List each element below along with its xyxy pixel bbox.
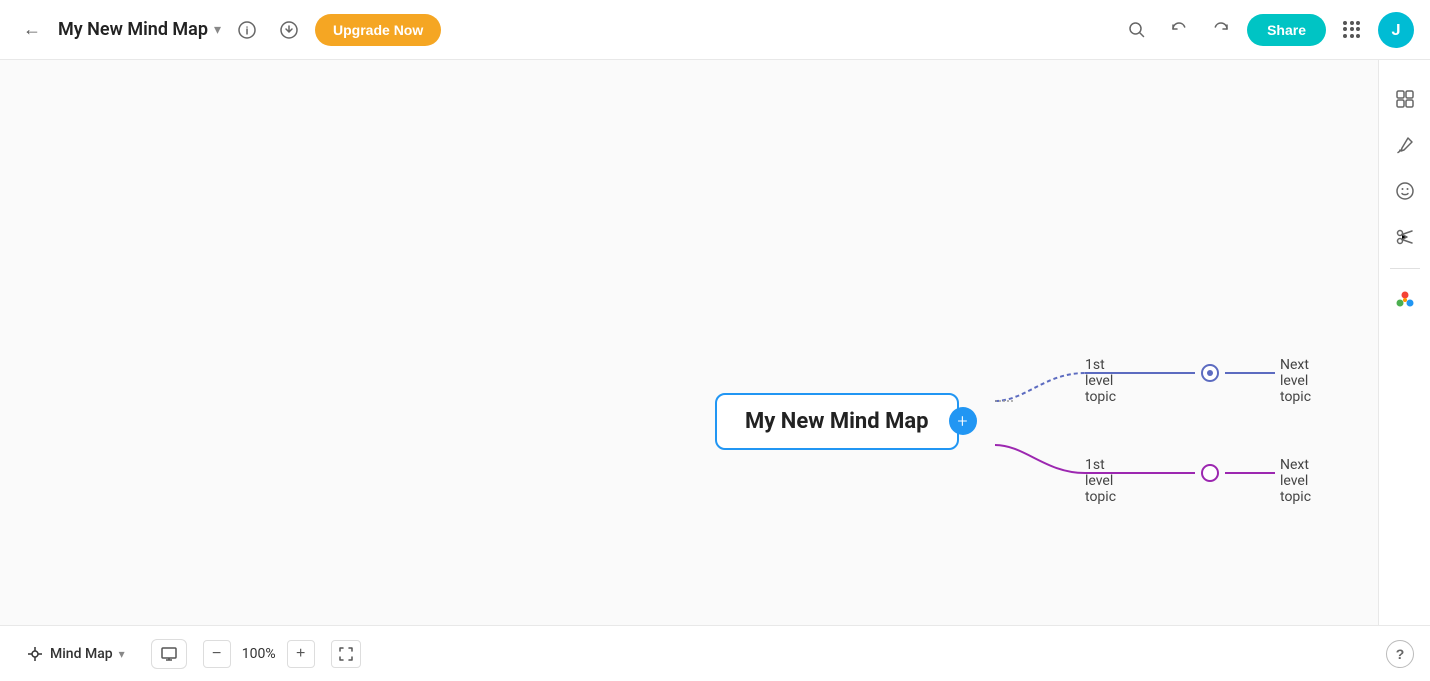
brush-button[interactable] — [1386, 126, 1424, 164]
title-chevron-icon: ▾ — [214, 22, 221, 38]
layout-icon — [1395, 89, 1415, 109]
central-node-container: My New Mind Map + — [715, 393, 959, 450]
first-level-topic-2: 1st level topic — [1085, 457, 1116, 505]
present-icon — [161, 647, 177, 661]
header-right: Share J — [1121, 12, 1414, 48]
redo-button[interactable] — [1205, 14, 1237, 46]
layout-button[interactable] — [1386, 80, 1424, 118]
next-level-topic-1: Next level topic — [1280, 357, 1311, 405]
first-level-topic-1: 1st level topic — [1085, 357, 1116, 405]
emoji-button[interactable] — [1386, 172, 1424, 210]
canvas: My New Mind Map + 1st level topic Next l… — [0, 60, 1430, 625]
header: ← My New Mind Map ▾ i Upgrade Now — [0, 0, 1430, 60]
download-icon — [280, 21, 298, 39]
central-box[interactable]: My New Mind Map — [715, 393, 959, 450]
search-icon — [1128, 21, 1146, 39]
mode-label: Mind Map — [50, 646, 113, 662]
undo-button[interactable] — [1163, 14, 1195, 46]
undo-icon — [1170, 21, 1188, 39]
doc-title-area[interactable]: My New Mind Map ▾ — [58, 19, 221, 40]
search-button[interactable] — [1121, 14, 1153, 46]
download-button[interactable] — [273, 14, 305, 46]
zoom-controls: − 100% + — [203, 640, 315, 668]
doc-title: My New Mind Map — [58, 19, 208, 40]
mode-chevron-icon: ▾ — [119, 647, 125, 661]
next-level-topic-2: Next level topic — [1280, 457, 1311, 505]
share-button[interactable]: Share — [1247, 14, 1326, 46]
header-left: ← My New Mind Map ▾ i Upgrade Now — [16, 14, 441, 46]
zoom-value: 100% — [239, 646, 279, 662]
back-button[interactable]: ← — [16, 14, 48, 46]
info-button[interactable]: i — [231, 14, 263, 46]
help-button[interactable]: ? — [1386, 640, 1414, 668]
topic-row-2: 1st level topic — [1085, 457, 1116, 505]
mind-map-mode[interactable]: Mind Map ▾ — [16, 639, 135, 669]
zoom-out-button[interactable]: − — [203, 640, 231, 668]
right-toolbar — [1378, 60, 1430, 625]
central-node[interactable]: My New Mind Map + — [715, 393, 959, 450]
emoji-icon — [1395, 181, 1415, 201]
avatar[interactable]: J — [1378, 12, 1414, 48]
next-topic-row-1: Next level topic — [1280, 357, 1311, 405]
fit-screen-button[interactable] — [331, 640, 361, 668]
apps-button[interactable] — [1336, 14, 1368, 46]
toolbar-divider — [1390, 268, 1420, 269]
scissors-icon — [1395, 227, 1415, 247]
svg-text:i: i — [245, 25, 248, 37]
bottom-right: ? — [1386, 640, 1414, 668]
bottom-toolbar: Mind Map ▾ − 100% + ? — [0, 625, 1430, 681]
fit-icon — [339, 647, 353, 661]
upgrade-button[interactable]: Upgrade Now — [315, 14, 441, 46]
info-icon: i — [238, 21, 256, 39]
logo-icon — [1394, 289, 1416, 311]
mind-map-mode-icon — [26, 645, 44, 663]
next-topic-row-2: Next level topic — [1280, 457, 1311, 505]
scissors-button[interactable] — [1386, 218, 1424, 256]
present-button[interactable] — [151, 639, 187, 669]
logo-button[interactable] — [1386, 281, 1424, 319]
brush-icon — [1395, 135, 1415, 155]
apps-grid-icon — [1343, 21, 1361, 39]
redo-icon — [1212, 21, 1230, 39]
add-topic-button[interactable]: + — [949, 407, 977, 435]
zoom-in-button[interactable]: + — [287, 640, 315, 668]
topic-row-1: 1st level topic — [1085, 357, 1116, 405]
